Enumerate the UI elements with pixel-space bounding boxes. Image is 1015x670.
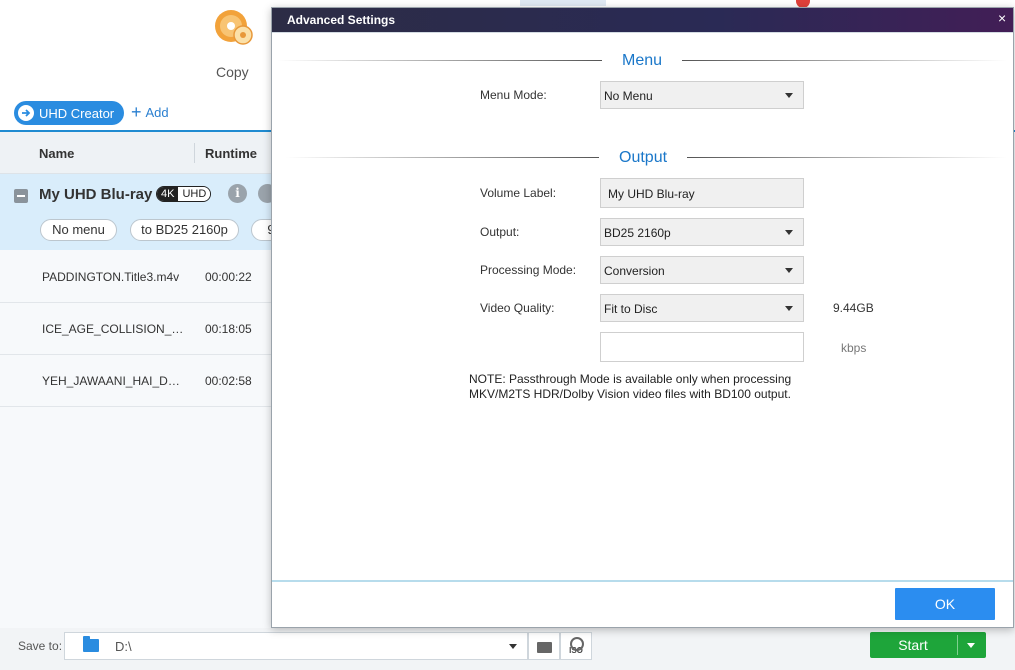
- menu-mode-value: No Menu: [604, 89, 653, 103]
- iso-disc-icon: [570, 637, 584, 651]
- collapse-icon[interactable]: [14, 189, 28, 203]
- column-separator: [194, 143, 195, 163]
- output-select[interactable]: BD25 2160p: [600, 218, 804, 246]
- ok-button[interactable]: OK: [895, 588, 995, 620]
- iso-button[interactable]: ISO: [560, 632, 592, 660]
- folder-icon: [83, 636, 99, 652]
- bottom-bar: Save to: D:\ ISO Start: [0, 628, 1015, 670]
- file-row[interactable]: YEH_JAWAANI_HAI_DEEWANI 00:02:58: [0, 355, 272, 407]
- browse-folder-button[interactable]: [528, 632, 560, 660]
- copy-label[interactable]: Copy: [216, 64, 249, 80]
- output-section-rule-right: [687, 157, 1007, 158]
- start-dropdown-icon[interactable]: [967, 643, 975, 648]
- volume-label-label: Volume Label:: [480, 186, 557, 200]
- save-to-label: Save to:: [18, 639, 63, 653]
- menu-section-rule-right: [682, 60, 1007, 61]
- start-label: Start: [898, 637, 928, 653]
- chevron-down-icon: [785, 306, 793, 311]
- processing-mode-select[interactable]: Conversion: [600, 256, 804, 284]
- footer-divider: [272, 580, 1013, 582]
- badge-4k-text: 4K: [157, 187, 179, 201]
- video-quality-label: Video Quality:: [480, 301, 555, 315]
- processing-mode-value: Conversion: [604, 264, 665, 278]
- menu-section-rule-left: [277, 60, 602, 61]
- close-icon[interactable]: ×: [998, 10, 1006, 26]
- video-quality-value: Fit to Disc: [604, 302, 658, 316]
- menu-mode-select[interactable]: No Menu: [600, 81, 804, 109]
- project-row[interactable]: My UHD Blu-ray 4K UHD i No menu to BD25 …: [0, 174, 291, 250]
- plus-icon: +: [131, 102, 142, 122]
- uhd-creator-label: UHD Creator: [39, 105, 115, 121]
- uhd-badge: 4K UHD: [156, 186, 212, 202]
- note-line-2: MKV/M2TS HDR/Dolby Vision video files wi…: [469, 387, 791, 401]
- start-button[interactable]: Start: [870, 632, 986, 658]
- column-name[interactable]: Name: [39, 146, 74, 161]
- copy-disc-icon[interactable]: [209, 8, 255, 48]
- save-path-select[interactable]: D:\: [64, 632, 528, 660]
- output-value: BD25 2160p: [604, 226, 671, 240]
- output-section-title: Output: [619, 149, 668, 166]
- badge-uhd-text: UHD: [178, 187, 211, 201]
- advanced-settings-dialog: Advanced Settings × Menu Menu Mode: No M…: [271, 7, 1014, 628]
- output-section-rule-left: [286, 157, 599, 158]
- file-runtime: 00:00:22: [205, 270, 252, 284]
- video-quality-select[interactable]: Fit to Disc: [600, 294, 804, 322]
- passthrough-note: NOTE: Passthrough Mode is available only…: [469, 372, 829, 402]
- arrow-right-icon: [18, 105, 34, 121]
- add-label: Add: [145, 104, 169, 120]
- file-runtime: 00:02:58: [205, 374, 252, 388]
- processing-mode-label: Processing Mode:: [480, 263, 577, 277]
- open-folder-icon: [537, 642, 552, 653]
- output-label: Output:: [480, 225, 520, 239]
- add-button[interactable]: + Add: [131, 102, 169, 122]
- file-name: ICE_AGE_COLLISION_COURSE: [42, 322, 187, 336]
- dialog-title-bar[interactable]: Advanced Settings ×: [272, 8, 1013, 32]
- chevron-down-icon[interactable]: [509, 644, 517, 649]
- estimated-size: 9.44GB: [833, 301, 874, 315]
- project-title: My UHD Blu-ray: [39, 186, 153, 203]
- file-row[interactable]: PADDINGTON.Title3.m4v 00:00:22: [0, 251, 272, 303]
- title-divider: [272, 32, 1013, 33]
- bitrate-unit: kbps: [841, 341, 867, 355]
- menu-mode-label: Menu Mode:: [480, 88, 547, 102]
- uhd-creator-button[interactable]: UHD Creator: [14, 101, 125, 125]
- file-row[interactable]: ICE_AGE_COLLISION_COURSE 00:18:05: [0, 303, 272, 355]
- column-runtime[interactable]: Runtime: [205, 146, 257, 161]
- menu-pill[interactable]: No menu: [40, 219, 117, 241]
- volume-label-value: My UHD Blu-ray: [608, 187, 695, 201]
- top-tab[interactable]: [520, 0, 606, 6]
- list-header: Name Runtime: [0, 132, 272, 174]
- file-runtime: 00:18:05: [205, 322, 252, 336]
- output-pill[interactable]: to BD25 2160p: [130, 219, 239, 241]
- save-path-value: D:\: [115, 639, 132, 654]
- start-divider: [957, 635, 958, 655]
- bitrate-input[interactable]: [600, 332, 804, 362]
- volume-label-input[interactable]: My UHD Blu-ray: [600, 178, 804, 208]
- note-line-1: NOTE: Passthrough Mode is available only…: [469, 372, 792, 386]
- dialog-title: Advanced Settings: [287, 13, 396, 27]
- menu-section-title: Menu: [622, 52, 663, 69]
- file-name: YEH_JAWAANI_HAI_DEEWANI: [42, 374, 187, 388]
- chevron-down-icon: [785, 230, 793, 235]
- file-name: PADDINGTON.Title3.m4v: [42, 270, 180, 284]
- info-icon[interactable]: i: [228, 184, 247, 203]
- chevron-down-icon: [785, 268, 793, 273]
- chevron-down-icon: [785, 93, 793, 98]
